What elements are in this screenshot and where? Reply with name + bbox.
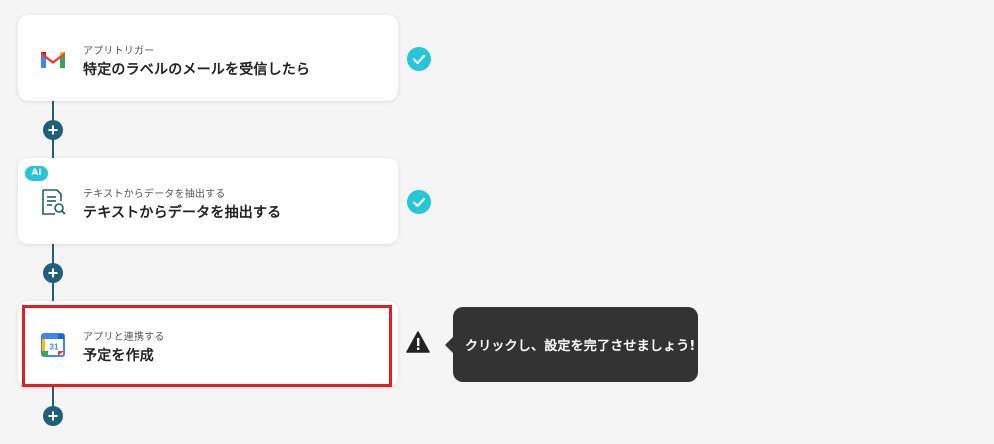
step-subtitle: テキストからデータを抽出する <box>83 189 226 200</box>
warning-icon <box>406 331 430 353</box>
flow-step-extract-data[interactable]: テキストからデータを抽出する テキストからデータを抽出する <box>18 158 398 244</box>
add-step-button[interactable] <box>43 120 63 140</box>
ai-badge: AI <box>25 166 48 181</box>
google-calendar-icon: 31 <box>38 330 68 360</box>
step-subtitle: アプリと連携する <box>83 332 165 343</box>
document-search-icon <box>38 187 68 217</box>
check-icon <box>407 190 431 214</box>
setup-tooltip: クリックし、設定を完了させましょう! <box>445 307 698 382</box>
flow-step-create-event[interactable]: 31 アプリと連携する 予定を作成 <box>18 301 398 387</box>
add-step-button[interactable] <box>43 263 63 283</box>
flow-step-gmail-trigger[interactable]: アプリトリガー 特定のラベルのメールを受信したら <box>18 15 398 101</box>
add-step-button[interactable] <box>43 406 63 426</box>
step-title: 予定を作成 <box>83 348 154 364</box>
check-icon <box>407 47 431 71</box>
tooltip-text: クリックし、設定を完了させましょう! <box>465 339 696 354</box>
gmail-icon <box>38 44 68 74</box>
calendar-day: 31 <box>50 343 59 352</box>
step-subtitle: アプリトリガー <box>83 46 155 57</box>
step-title: 特定のラベルのメールを受信したら <box>83 62 311 78</box>
step-title: テキストからデータを抽出する <box>83 205 282 221</box>
